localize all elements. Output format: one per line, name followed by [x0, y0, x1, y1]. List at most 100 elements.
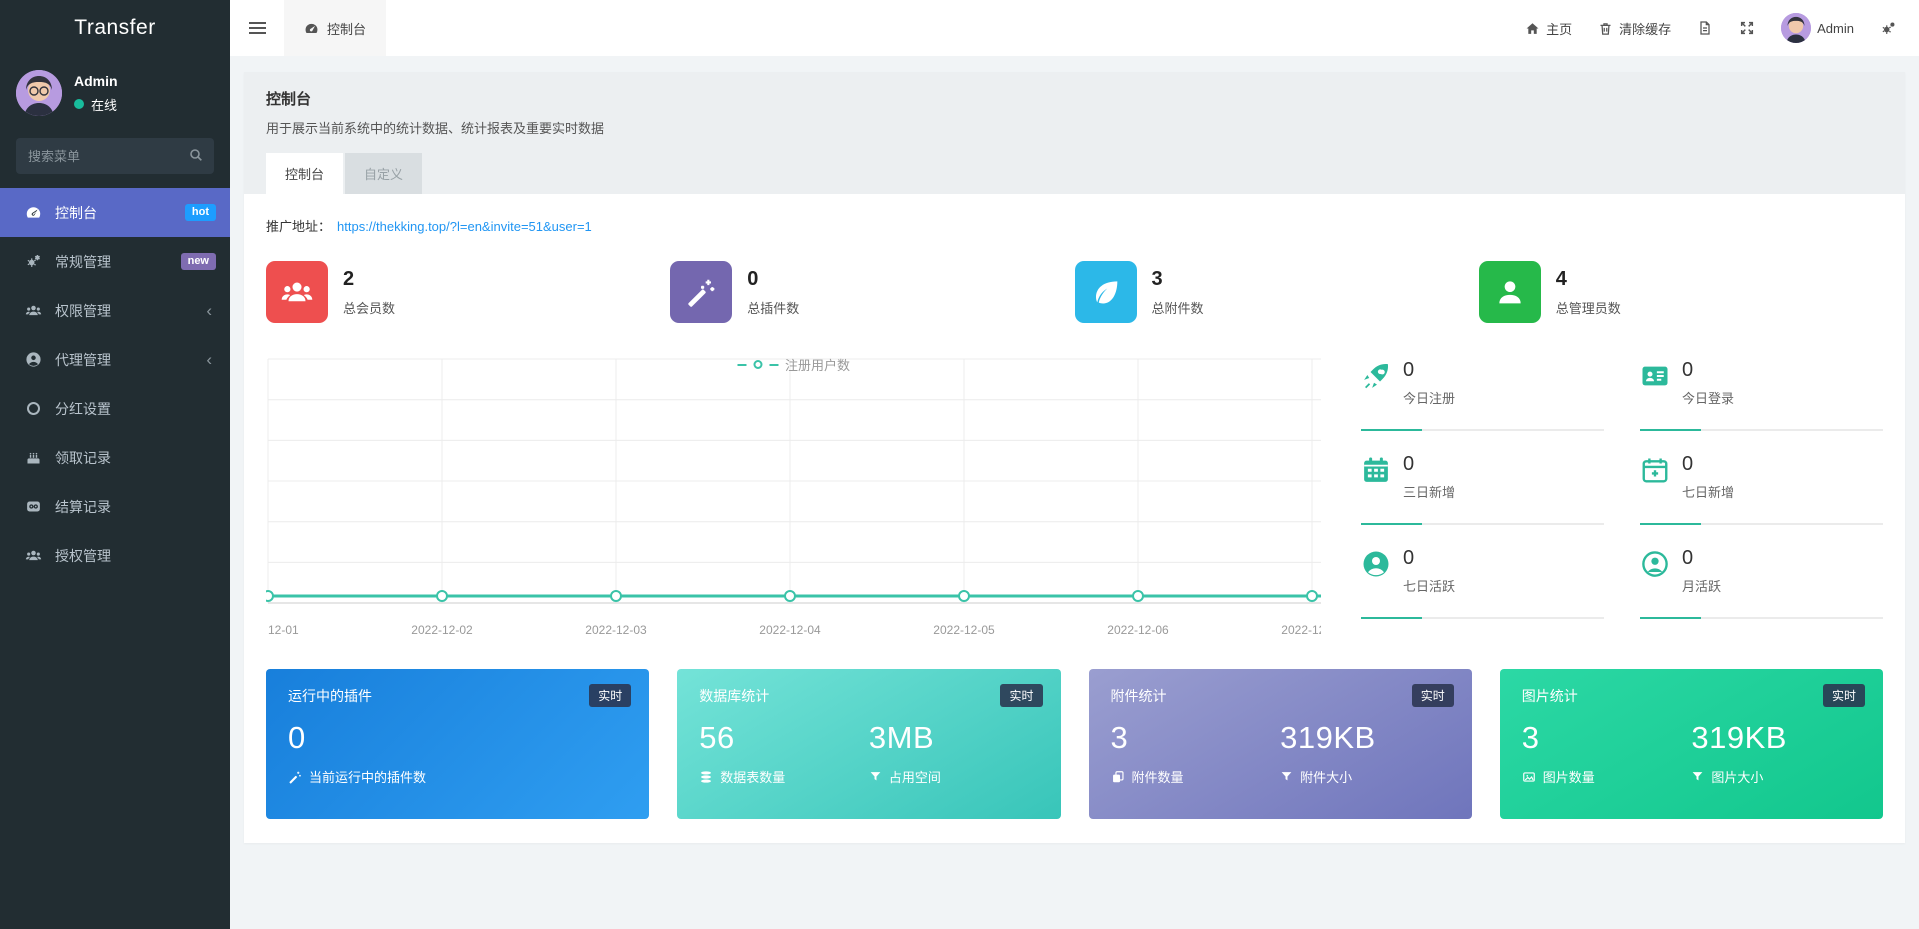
- docs-icon: [1697, 20, 1713, 36]
- mini-stat-seven-day-new: 0 七日新增: [1640, 447, 1883, 541]
- hamburger-icon: [248, 19, 266, 37]
- x-tick: 2022-12-02: [411, 623, 473, 637]
- sidebar-item-permissions[interactable]: 权限管理 ‹: [0, 286, 230, 335]
- home-button[interactable]: 主页: [1525, 19, 1572, 38]
- card-label: 附件数量: [1131, 770, 1184, 785]
- clear-cache-button[interactable]: 清除缓存: [1598, 19, 1671, 38]
- sidebar-item-dividends[interactable]: 分红设置: [0, 384, 230, 433]
- card-running-plugins: 运行中的插件 实时 0 当前运行中的插件数: [266, 669, 650, 819]
- card-value: 3: [1110, 720, 1129, 755]
- stat-value: 2: [343, 267, 355, 290]
- settings-button[interactable]: [1880, 20, 1897, 37]
- sidebar-item-claims[interactable]: 领取记录: [0, 433, 230, 482]
- cake-icon: [22, 449, 44, 466]
- card-value: 319KB: [1280, 720, 1376, 755]
- sidebar-item-settlements[interactable]: 结算记录: [0, 482, 230, 531]
- card-title: 数据库统计: [699, 688, 770, 704]
- sidebar-item-label: 分红设置: [55, 400, 111, 417]
- main-content: 控制台 用于展示当前系统中的统计数据、统计报表及重要实时数据 控制台 自定义 推…: [230, 56, 1919, 929]
- user-icon: [1478, 261, 1541, 323]
- stat-label: 总附件数: [1151, 300, 1204, 316]
- stat-value: 4: [1555, 267, 1567, 290]
- legend-line-icon: [736, 363, 746, 366]
- avatar: [1781, 13, 1812, 43]
- stat-tile-attachments: 3 总附件数: [1074, 261, 1479, 323]
- panel-tabs: 控制台 自定义: [266, 153, 1883, 194]
- mini-stat-value: 0: [1403, 453, 1415, 475]
- card-label: 当前运行中的插件数: [309, 770, 427, 785]
- avatar-image: [16, 70, 62, 116]
- promo-link[interactable]: https://thekking.top/?l=en&invite=51&use…: [337, 219, 592, 234]
- topbar-tab-dashboard[interactable]: 控制台: [284, 0, 387, 56]
- users-icon: [266, 261, 328, 323]
- promo-label: 推广地址：: [266, 219, 332, 234]
- copy-icon: [1111, 770, 1125, 784]
- sidebar-item-authorization[interactable]: 授权管理: [0, 531, 230, 580]
- chart-legend[interactable]: 注册用户数: [736, 355, 850, 374]
- mini-stat-label: 七日新增: [1682, 485, 1735, 500]
- online-status-label: 在线: [91, 97, 118, 113]
- leaf-icon: [1074, 261, 1137, 323]
- stat-tile-plugins: 0 总插件数: [670, 261, 1074, 323]
- x-tick: 2022-12-06: [1107, 623, 1169, 637]
- filter-icon: [869, 770, 882, 783]
- stat-label: 总管理员数: [1555, 300, 1621, 316]
- card-value: 0: [288, 720, 306, 755]
- sidebar-item-agents[interactable]: 代理管理 ‹: [0, 335, 230, 384]
- panel-body: 推广地址： https://thekking.top/?l=en&invite=5…: [244, 194, 1905, 843]
- page-title: 控制台: [266, 91, 312, 108]
- card-attachment-stats: 附件统计 实时 3 附件数量 319KB 附件大小: [1088, 669, 1472, 819]
- mini-stat-value: 0: [1682, 359, 1694, 381]
- user-name: Admin: [74, 72, 118, 89]
- sidebar-item-label: 权限管理: [55, 302, 111, 319]
- stat-value: 0: [747, 267, 759, 290]
- sidebar-item-dashboard[interactable]: 控制台 hot: [0, 188, 230, 237]
- users-icon: [22, 302, 44, 319]
- sidebar-item-general[interactable]: 常规管理 new: [0, 237, 230, 286]
- card-label: 数据表数量: [720, 770, 786, 785]
- stat-label: 总插件数: [747, 300, 800, 316]
- card-value: 3MB: [868, 720, 935, 755]
- mini-stat-value: 0: [1403, 547, 1415, 569]
- settle-card-icon: [22, 498, 44, 515]
- online-status-dot: [74, 99, 84, 109]
- stat-value: 3: [1151, 267, 1163, 290]
- fullscreen-button[interactable]: [1739, 20, 1755, 36]
- stat-tiles: 2 总会员数 0 总插件数 3 总附件数 4 总管理员数: [266, 261, 1883, 323]
- realtime-badge: 实时: [1822, 684, 1865, 707]
- rocket-icon: [1361, 361, 1395, 391]
- menu-toggle-button[interactable]: [230, 0, 284, 56]
- user-circle-icon: [22, 351, 44, 368]
- home-label: 主页: [1546, 21, 1573, 37]
- divider: [1361, 523, 1604, 525]
- card-value: 56: [699, 720, 735, 755]
- realtime-badge: 实时: [1411, 684, 1454, 707]
- card-database-stats: 数据库统计 实时 56 数据表数量 3MB 占用空间: [677, 669, 1061, 819]
- chevron-left-icon: ‹: [206, 301, 212, 320]
- legend-marker-icon: [752, 360, 762, 369]
- menu-search-input[interactable]: [16, 138, 214, 174]
- gears-icon: [22, 253, 44, 270]
- mini-stat-value: 0: [1403, 359, 1415, 381]
- tab-custom[interactable]: 自定义: [345, 153, 423, 194]
- mini-stat-value: 0: [1682, 547, 1694, 569]
- dashboard-icon: [22, 204, 44, 221]
- card-label: 图片数量: [1542, 770, 1595, 785]
- divider: [1640, 429, 1883, 431]
- chart-x-axis: 12-01 2022-12-02 2022-12-03 2022-12-04 2…: [266, 621, 1321, 641]
- tab-dashboard[interactable]: 控制台: [266, 153, 344, 194]
- avatar[interactable]: [16, 70, 62, 116]
- new-badge: new: [180, 252, 216, 271]
- database-icon: [699, 770, 713, 784]
- hot-badge: hot: [184, 203, 216, 222]
- mini-stats: 0 今日注册 0 今日登录 0 三日新增 0 七日新增 0 七日活跃 0 月活跃: [1361, 353, 1883, 635]
- registered-users-chart: 注册用户数 12-01 2022-12-02 2022-12-03 2022-1…: [266, 353, 1321, 641]
- x-tick: 12-01: [268, 623, 299, 637]
- dashboard-panel: 控制台 用于展示当前系统中的统计数据、统计报表及重要实时数据 控制台 自定义 推…: [244, 72, 1905, 843]
- card-title: 图片统计: [1521, 688, 1578, 704]
- divider: [1361, 429, 1604, 431]
- card-image-stats: 图片统计 实时 3 图片数量 319KB 图片大小: [1499, 669, 1883, 819]
- home-icon: [1525, 21, 1540, 36]
- docs-button[interactable]: [1697, 20, 1713, 36]
- topbar-user[interactable]: Admin: [1781, 13, 1854, 43]
